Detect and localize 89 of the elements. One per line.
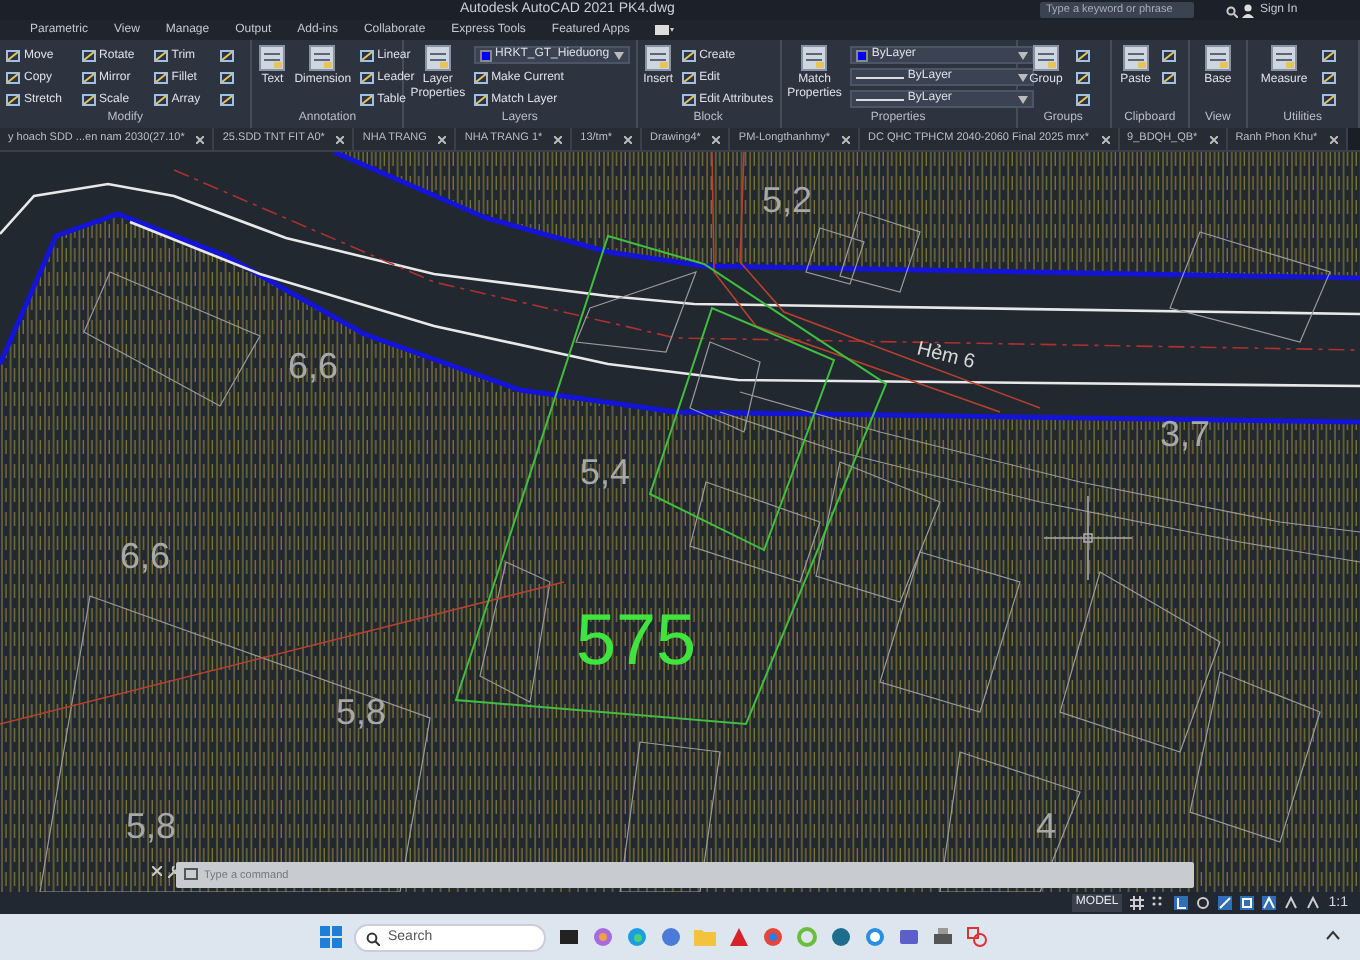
close-icon[interactable] (1101, 135, 1110, 143)
street-label: Hẻm 6 (914, 338, 978, 375)
dimension-label: 4 (1036, 806, 1057, 846)
annotation-visibility-icon[interactable] (1284, 896, 1299, 910)
browser-circle-icon[interactable] (762, 926, 784, 948)
swirl-icon[interactable] (592, 926, 614, 948)
tool-glyph-icon[interactable] (1322, 70, 1337, 84)
grid-icon[interactable] (1130, 896, 1145, 910)
tool-glyph-icon[interactable] (1162, 70, 1177, 84)
dimension-label: 6,6 (288, 346, 339, 386)
tool-glyph-icon (81, 48, 96, 62)
close-icon[interactable] (1329, 135, 1338, 143)
dimension-label: 5,4 (580, 452, 631, 492)
parcel-number: 575 (576, 598, 697, 680)
ortho-icon[interactable] (1174, 896, 1189, 910)
line-sample-icon (855, 71, 904, 83)
tool-glyph-icon (473, 70, 488, 84)
tool-glyph-icon[interactable] (219, 48, 234, 62)
tool-glyph-icon (6, 92, 20, 106)
annotation-icon[interactable] (1306, 896, 1321, 910)
chat-circle-icon[interactable] (864, 926, 886, 948)
caret-icon (1017, 51, 1028, 59)
line-weight-icon[interactable] (1218, 896, 1233, 910)
search-icon[interactable] (1226, 5, 1238, 17)
close-icon[interactable] (336, 135, 345, 143)
tool-glyph-icon (6, 70, 20, 84)
user-icon (1242, 4, 1254, 18)
annotation-scale-icon[interactable] (1262, 896, 1277, 910)
tool-glyph-icon (153, 92, 168, 106)
printer-icon[interactable] (932, 926, 954, 948)
sheet-icon (1031, 44, 1060, 72)
sheet-icon (423, 44, 452, 72)
close-icon[interactable] (841, 135, 850, 143)
caret-icon (613, 51, 624, 59)
caret-icon (1017, 73, 1028, 81)
tool-glyph-icon (359, 48, 374, 62)
tool-glyph-icon (81, 70, 96, 84)
dimension-label: 5,8 (336, 692, 387, 732)
search-icon (366, 931, 380, 945)
tool-glyph-icon[interactable] (1076, 70, 1091, 84)
tool-glyph-icon (681, 70, 696, 84)
tool-glyph-icon (473, 92, 488, 106)
tool-glyph-icon (6, 48, 20, 62)
close-icon[interactable] (152, 866, 162, 876)
triangle-logo-icon[interactable] (728, 926, 750, 948)
tool-glyph-icon[interactable] (1322, 92, 1337, 106)
tool-glyph-icon (81, 92, 96, 106)
close-icon[interactable] (196, 135, 205, 143)
task-view-icon[interactable] (558, 926, 580, 948)
close-icon[interactable] (712, 135, 721, 143)
tool-glyph-icon[interactable] (219, 92, 234, 106)
tool-glyph-icon (681, 48, 696, 62)
dimension-label: 5,2 (762, 180, 813, 220)
close-icon[interactable] (438, 135, 447, 143)
tool-glyph-icon[interactable] (1162, 48, 1177, 62)
tool-glyph-icon (153, 48, 168, 62)
tool-glyph-icon[interactable] (1322, 48, 1337, 62)
dimension-label: 6,6 (120, 536, 171, 576)
grid-dots-icon[interactable] (1152, 896, 1167, 910)
sheet-icon (308, 44, 337, 72)
dimension-label: 5,8 (126, 806, 177, 846)
tool-glyph-icon (153, 70, 168, 84)
tool-glyph-icon (681, 92, 696, 106)
sheet-icon (1270, 44, 1299, 72)
line-sample-icon (855, 93, 904, 105)
tool-glyph-icon[interactable] (1076, 92, 1091, 106)
close-icon[interactable] (1209, 135, 1218, 143)
close-icon[interactable] (554, 135, 563, 143)
tool-glyph-icon[interactable] (219, 70, 234, 84)
windows-logo-icon[interactable] (320, 926, 342, 948)
window-icon[interactable] (653, 24, 674, 36)
sheet-icon (258, 44, 287, 72)
people-icon[interactable] (898, 926, 920, 948)
tool-glyph-icon (359, 70, 374, 84)
sheet-icon (1121, 44, 1150, 72)
tool-glyph-icon[interactable] (1076, 48, 1091, 62)
command-icon (184, 868, 200, 880)
square-select-icon[interactable] (1240, 896, 1255, 910)
shapes-icon[interactable] (966, 926, 988, 948)
sheet-icon (800, 44, 829, 72)
close-icon[interactable] (624, 135, 633, 143)
sheet-icon (1203, 44, 1232, 72)
tool-glyph-icon (359, 92, 374, 106)
dimension-label: 3,7 (1160, 414, 1211, 454)
crosshair-cursor-icon (1043, 495, 1133, 581)
chevron-up-icon[interactable] (1326, 930, 1340, 940)
caret-icon (1017, 95, 1028, 103)
wrench-icon[interactable] (168, 866, 180, 878)
sheet-icon (644, 44, 673, 72)
